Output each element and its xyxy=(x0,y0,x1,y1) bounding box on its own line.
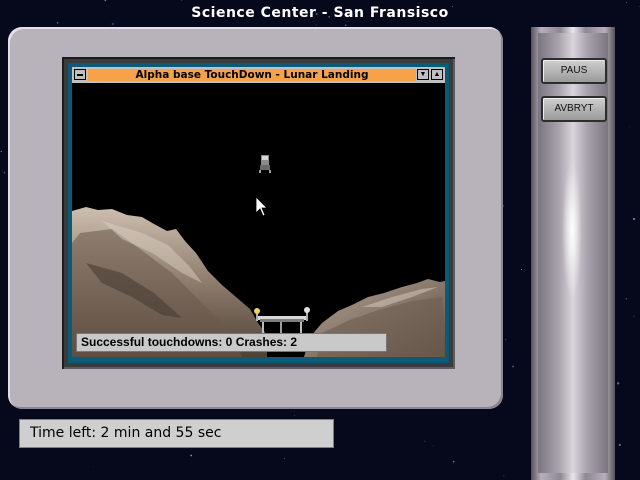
lunar-landscape xyxy=(72,83,445,357)
game-window: Alpha base TouchDown - Lunar Landing ▼ ▲ xyxy=(72,67,445,357)
star xyxy=(629,126,630,128)
star xyxy=(283,458,285,460)
time-left: Time left: 2 min and 55 sec xyxy=(19,419,334,448)
maximize-button[interactable]: ▲ xyxy=(431,69,443,80)
star xyxy=(92,466,94,468)
side-rail-glow xyxy=(562,160,582,300)
star xyxy=(180,0,183,1)
star xyxy=(418,3,420,5)
star xyxy=(104,0,107,2)
star xyxy=(3,171,6,174)
star xyxy=(511,365,515,368)
star xyxy=(520,268,523,271)
star xyxy=(632,217,636,221)
minimize-button[interactable]: ▼ xyxy=(417,69,429,80)
star xyxy=(190,454,193,457)
star xyxy=(432,445,434,447)
star xyxy=(503,475,505,477)
star xyxy=(111,22,114,26)
star xyxy=(452,460,455,463)
star xyxy=(625,298,627,300)
star xyxy=(424,440,426,442)
star xyxy=(618,443,621,446)
pause-button[interactable]: PAUS xyxy=(541,58,607,84)
game-title-bar: Alpha base TouchDown - Lunar Landing ▼ ▲ xyxy=(72,67,445,83)
star xyxy=(617,382,620,385)
star xyxy=(345,24,347,26)
star xyxy=(57,22,59,24)
touchdown-status: Successful touchdowns: 0 Crashes: 2 xyxy=(76,333,387,352)
star xyxy=(633,315,635,317)
star xyxy=(315,24,317,26)
cancel-button[interactable]: AVBRYT xyxy=(541,96,607,122)
app-title: Science Center - San Fransisco xyxy=(191,5,449,21)
game-window-title: Alpha base TouchDown - Lunar Landing xyxy=(88,69,416,81)
star xyxy=(294,415,296,416)
star xyxy=(505,339,507,341)
star xyxy=(0,151,2,153)
star xyxy=(626,2,627,3)
system-menu-button[interactable] xyxy=(74,69,86,80)
